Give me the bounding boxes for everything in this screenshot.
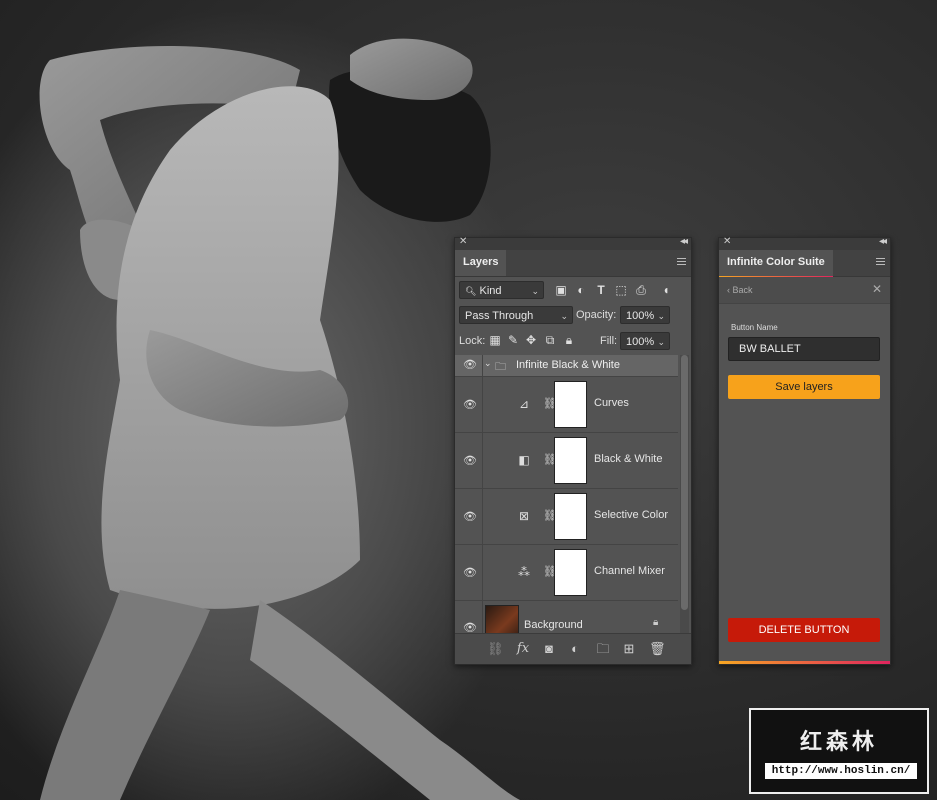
layer-name: Selective Color (594, 509, 668, 521)
visibility-eye-icon[interactable]: 👁︎ (463, 568, 477, 579)
curves-icon: ⊿ (518, 397, 530, 411)
collapse-panel-icon[interactable]: ◂◂ (879, 236, 887, 247)
tab-bar: Infinite Color Suite (719, 250, 890, 278)
watermark-logo: 红森林 http://www.hoslin.cn/ (749, 708, 929, 794)
adjustment-filter-icon[interactable]: ◐ (573, 282, 589, 298)
delete-button[interactable]: DELETE BUTTON (728, 618, 880, 642)
shape-filter-icon[interactable]: ⬚ (613, 282, 629, 298)
visibility-eye-icon[interactable]: 👁︎ (463, 456, 477, 467)
new-group-icon[interactable]: 🗀︎ (595, 641, 611, 657)
opacity-value: 100% (626, 310, 655, 322)
chevron-down-icon: ⌄ (560, 311, 568, 321)
back-label: Back (732, 285, 753, 295)
layers-bottom-toolbar: ⛓︎ fx ◙ ◐ 🗀︎ ⊞ 🗑︎ (455, 633, 691, 664)
layers-panel: ✕ ◂◂ Layers 🔍︎ Kind ⌄ ▣ ◐ T ⬚ ⎙ ◖ Pass T… (454, 236, 692, 665)
visibility-eye-icon[interactable]: 👁︎ (463, 400, 477, 411)
layer-name: Curves (594, 397, 629, 409)
pixel-filter-icon[interactable]: ▣ (553, 282, 569, 298)
chevron-down-icon: ⌄ (657, 337, 665, 347)
fill-value: 100% (626, 336, 655, 348)
filter-kind-dropdown[interactable]: 🔍︎ Kind ⌄ (459, 281, 544, 299)
tab-bar: Layers (455, 250, 691, 277)
background-thumbnail[interactable] (485, 605, 519, 633)
tab-layers[interactable]: Layers (455, 250, 507, 276)
lock-all-icon[interactable]: 🔒︎ (561, 332, 577, 348)
fill-label: Fill: (600, 335, 618, 347)
color-suite-panel: ✕ ◂◂ Infinite Color Suite ‹ Back ✕ Butto… (718, 236, 891, 665)
group-name: Infinite Black & White (516, 359, 620, 371)
layer-mask-thumbnail[interactable] (554, 493, 587, 540)
visibility-eye-icon[interactable]: 👁︎ (463, 512, 477, 523)
close-panel-icon[interactable]: ✕ (459, 236, 467, 247)
button-name-input[interactable]: BW BALLET (728, 337, 880, 361)
link-icon[interactable]: ⛓︎ (543, 453, 557, 466)
link-icon[interactable]: ⛓︎ (543, 397, 557, 410)
channel-mixer-icon: ⁂ (518, 565, 530, 579)
filter-kind-label: Kind (479, 285, 502, 297)
fx-icon[interactable]: fx (515, 641, 531, 657)
back-row: ‹ Back ✕ (719, 277, 890, 304)
type-filter-icon[interactable]: T (593, 282, 609, 298)
close-icon[interactable]: ✕ (872, 282, 882, 296)
visibility-eye-icon[interactable]: 👁︎ (463, 360, 477, 371)
watermark-url: http://www.hoslin.cn/ (765, 763, 917, 779)
search-icon: 🔍︎ (465, 286, 477, 296)
panel-menu-icon[interactable] (876, 258, 885, 266)
black-white-icon: ◧ (518, 453, 530, 467)
lock-position-icon[interactable]: ✥ (523, 332, 539, 348)
blend-mode-dropdown[interactable]: Pass Through ⌄ (459, 306, 573, 324)
opacity-label: Opacity: (576, 309, 617, 321)
smart-object-filter-icon[interactable]: ⎙ (633, 282, 649, 298)
link-icon[interactable]: ⛓︎ (543, 509, 557, 522)
layer-name: Channel Mixer (594, 565, 665, 577)
scroll-thumb[interactable] (681, 355, 688, 610)
layers-scrollbar[interactable] (680, 355, 689, 633)
panel-header: ✕ ◂◂ (719, 236, 890, 250)
layer-mask-thumbnail[interactable] (554, 437, 587, 484)
layer-mask-thumbnail[interactable] (554, 549, 587, 596)
layer-name: Black & White (594, 453, 663, 465)
layer-list: 👁︎ ⌄ 🗀︎ Infinite Black & White 👁︎ ⊿ ⛓︎ C… (455, 355, 678, 633)
trash-icon[interactable]: 🗑︎ (649, 641, 666, 657)
opacity-field[interactable]: 100% ⌄ (620, 306, 670, 324)
layer-row[interactable]: 👁︎ ⊿ ⛓︎ Curves (455, 377, 678, 433)
link-layers-icon[interactable]: ⛓︎ (487, 641, 504, 657)
lock-label: Lock: (459, 335, 486, 347)
folder-icon: 🗀︎ (495, 361, 506, 373)
layer-row[interactable]: 👁︎ ⊠ ⛓︎ Selective Color (455, 489, 678, 545)
panel-menu-icon[interactable] (677, 258, 686, 266)
lock-paint-icon[interactable]: ✎ (505, 332, 521, 348)
fill-field[interactable]: 100% ⌄ (620, 332, 670, 350)
layer-name: Background (524, 619, 583, 631)
lock-icon[interactable]: 🔒︎ (653, 617, 658, 628)
layer-mask-thumbnail[interactable] (554, 381, 587, 428)
adjustment-layer-icon[interactable]: ◐ (567, 641, 583, 657)
save-layers-button[interactable]: Save layers (728, 375, 880, 399)
filter-toggle-icon[interactable]: ◖ (658, 282, 674, 298)
button-name-label: Button Name (731, 323, 778, 332)
link-icon[interactable]: ⛓︎ (543, 565, 557, 578)
back-link[interactable]: ‹ Back (727, 285, 753, 295)
collapse-panel-icon[interactable]: ◂◂ (680, 236, 688, 247)
accent-bar (719, 661, 890, 664)
tab-infinite-color-suite[interactable]: Infinite Color Suite (719, 250, 833, 278)
new-layer-icon[interactable]: ⊞ (621, 641, 637, 657)
close-panel-icon[interactable]: ✕ (723, 236, 731, 247)
visibility-eye-icon[interactable]: 👁︎ (463, 623, 477, 634)
lock-transparent-icon[interactable]: ▦ (487, 332, 503, 348)
layer-group-row[interactable]: 👁︎ ⌄ 🗀︎ Infinite Black & White (455, 355, 678, 377)
chevron-down-icon[interactable]: ⌄ (484, 358, 492, 369)
lock-artboard-icon[interactable]: ⧉ (542, 332, 558, 348)
panel-header: ✕ ◂◂ (455, 236, 691, 250)
background-layer-row[interactable]: 👁︎ Background 🔒︎ (455, 601, 678, 633)
chevron-down-icon: ⌄ (657, 311, 665, 321)
selective-color-icon: ⊠ (518, 509, 530, 523)
chevron-down-icon: ⌄ (531, 286, 539, 296)
watermark-title: 红森林 (799, 729, 878, 754)
add-mask-icon[interactable]: ◙ (541, 641, 557, 657)
layer-row[interactable]: 👁︎ ⁂ ⛓︎ Channel Mixer (455, 545, 678, 601)
blend-mode-value: Pass Through (465, 310, 534, 322)
layer-row[interactable]: 👁︎ ◧ ⛓︎ Black & White (455, 433, 678, 489)
